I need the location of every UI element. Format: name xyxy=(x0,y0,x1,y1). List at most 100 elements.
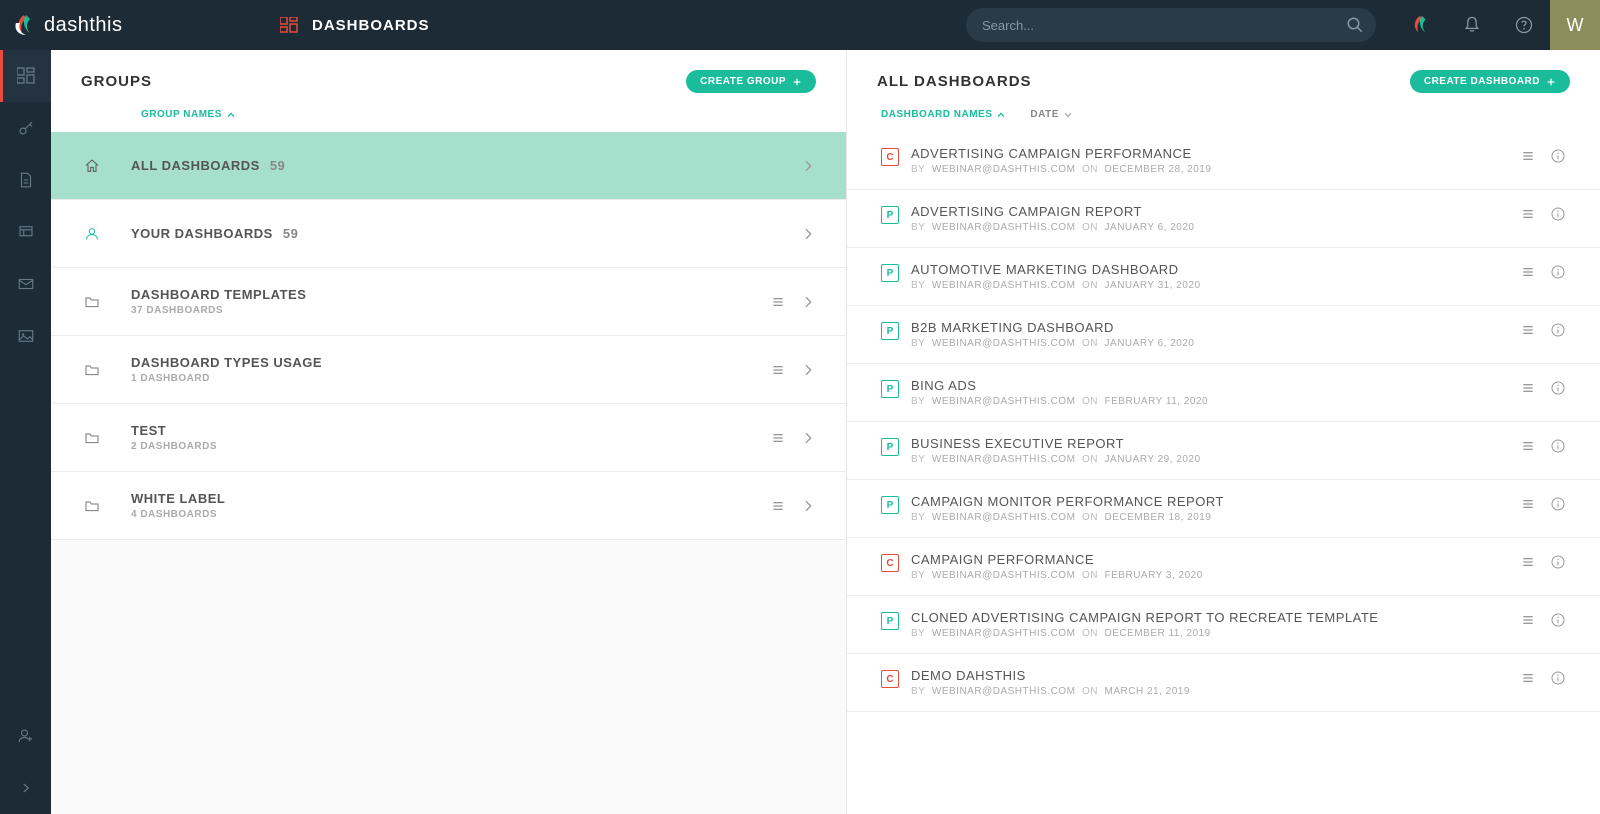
group-count: 59 xyxy=(270,158,285,173)
info-icon[interactable] xyxy=(1550,438,1566,454)
dashboard-actions xyxy=(1520,206,1566,222)
dashboard-row[interactable]: PB2B MARKETING DASHBOARDBY WEBINAR@DASHT… xyxy=(847,306,1600,364)
brand-button[interactable]: dashthis xyxy=(1394,0,1446,50)
info-icon[interactable] xyxy=(1550,206,1566,222)
dashboard-icon xyxy=(280,17,298,33)
sidebar-expand[interactable] xyxy=(0,762,51,814)
dashboard-body: CAMPAIGN PERFORMANCE BY WEBINAR@DASHTHIS.… xyxy=(911,552,1520,581)
info-icon[interactable] xyxy=(1550,264,1566,280)
dashboard-title: AUTOMOTIVE MARKETING DASHBOARD xyxy=(911,262,1520,277)
sidebar-integrations[interactable] xyxy=(0,102,51,154)
layers-icon xyxy=(17,223,35,241)
sidebar-templates[interactable] xyxy=(0,206,51,258)
menu-icon[interactable] xyxy=(1520,438,1536,454)
sidebar-reports[interactable] xyxy=(0,154,51,206)
logo[interactable]: dashthis xyxy=(0,13,260,37)
dashboard-date: JANUARY 6, 2020 xyxy=(1105,222,1195,233)
menu-icon[interactable] xyxy=(1520,264,1536,280)
dashboard-body: BING ADSBY WEBINAR@DASHTHIS.COM ON FEBRU… xyxy=(911,378,1520,407)
dashboard-date: DECEMBER 18, 2019 xyxy=(1105,512,1212,523)
dashboard-author: WEBINAR@DASHTHIS.COM xyxy=(932,686,1076,697)
menu-icon[interactable] xyxy=(770,362,786,378)
dashboard-row[interactable]: PAUTOMOTIVE MARKETING DASHBOARDBY WEBINA… xyxy=(847,248,1600,306)
group-row[interactable]: DASHBOARD TYPES USAGE1 DASHBOARD xyxy=(51,336,846,404)
dashboard-date: DECEMBER 28, 2019 xyxy=(1105,164,1212,175)
chevron-right-icon[interactable] xyxy=(800,430,816,446)
menu-icon[interactable] xyxy=(1520,554,1536,570)
menu-icon[interactable] xyxy=(1520,148,1536,164)
create-dashboard-button[interactable]: CREATE DASHBOARD xyxy=(1410,70,1570,93)
dashboard-row[interactable]: PADVERTISING CAMPAIGN REPORTBY WEBINAR@D… xyxy=(847,190,1600,248)
chevron-right-icon[interactable] xyxy=(800,362,816,378)
notifications-button[interactable] xyxy=(1446,0,1498,50)
dashboard-author: WEBINAR@DASHTHIS.COM xyxy=(932,628,1076,639)
group-actions xyxy=(770,498,816,514)
sidebar-widgets[interactable] xyxy=(0,310,51,362)
chevron-right-icon[interactable] xyxy=(800,498,816,514)
menu-icon[interactable] xyxy=(1520,612,1536,628)
dashboard-row[interactable]: PCLONED ADVERTISING CAMPAIGN REPORT TO R… xyxy=(847,596,1600,654)
dashboard-title: CAMPAIGN PERFORMANCE xyxy=(911,552,1520,567)
create-group-button[interactable]: CREATE GROUP xyxy=(686,70,816,93)
chevron-right-icon[interactable] xyxy=(800,294,816,310)
info-icon[interactable] xyxy=(1550,670,1566,686)
dashboard-row[interactable]: PCAMPAIGN MONITOR PERFORMANCE REPORTBY W… xyxy=(847,480,1600,538)
dashboard-row[interactable]: PBING ADSBY WEBINAR@DASHTHIS.COM ON FEBR… xyxy=(847,364,1600,422)
group-actions xyxy=(800,158,816,174)
dashboard-row[interactable]: CCAMPAIGN PERFORMANCEBY WEBINAR@DASHTHIS… xyxy=(847,538,1600,596)
chevron-right-icon[interactable] xyxy=(800,158,816,174)
help-button[interactable] xyxy=(1498,0,1550,50)
info-icon[interactable] xyxy=(1550,148,1566,164)
avatar[interactable]: W xyxy=(1550,0,1600,50)
info-icon[interactable] xyxy=(1550,496,1566,512)
group-subtitle: 2 DASHBOARDS xyxy=(131,441,770,452)
chevron-up-icon xyxy=(226,110,236,120)
dashboard-row[interactable]: PBUSINESS EXECUTIVE REPORTBY WEBINAR@DAS… xyxy=(847,422,1600,480)
topbar: dashthis DASHBOARDS da xyxy=(0,0,1600,50)
menu-icon[interactable] xyxy=(1520,496,1536,512)
group-title: ALL DASHBOARDS xyxy=(131,158,260,173)
dashboard-actions xyxy=(1520,670,1566,686)
dashboard-body: CAMPAIGN MONITOR PERFORMANCE REPORTBY WE… xyxy=(911,494,1520,523)
group-row[interactable]: TEST 2 DASHBOARDS xyxy=(51,404,846,472)
menu-icon[interactable] xyxy=(1520,206,1536,222)
dashboard-row[interactable]: CDEMO DAHSTHISBY WEBINAR@DASHTHIS.COM ON… xyxy=(847,654,1600,712)
group-actions xyxy=(800,226,816,242)
group-title: TEST xyxy=(131,423,166,438)
group-row[interactable]: WHITE LABEL4 DASHBOARDS xyxy=(51,472,846,540)
dashboard-title: CAMPAIGN MONITOR PERFORMANCE REPORT xyxy=(911,494,1520,509)
menu-icon[interactable] xyxy=(770,430,786,446)
sort-dashboard-names[interactable]: DASHBOARD NAMES xyxy=(881,109,1006,120)
group-subtitle: 1 DASHBOARD xyxy=(131,373,770,384)
mail-icon xyxy=(17,275,35,293)
dashboard-title: B2B MARKETING DASHBOARD xyxy=(911,320,1520,335)
sort-group-names-label: GROUP NAMES xyxy=(141,109,222,120)
info-icon[interactable] xyxy=(1550,554,1566,570)
sidebar-dashboards[interactable] xyxy=(0,50,51,102)
search-icon[interactable] xyxy=(1346,16,1364,34)
menu-icon[interactable] xyxy=(1520,380,1536,396)
sidebar-add-user[interactable] xyxy=(0,710,51,762)
group-row[interactable]: YOUR DASHBOARDS59 xyxy=(51,200,846,268)
dashboard-meta: BY WEBINAR@DASHTHIS.COM ON FEBRUARY 3, 2… xyxy=(911,570,1520,581)
folder-icon xyxy=(81,362,103,378)
dashboard-row[interactable]: CADVERTISING CAMPAIGN PERFORMANCEBY WEBI… xyxy=(847,132,1600,190)
menu-icon[interactable] xyxy=(1520,322,1536,338)
menu-icon[interactable] xyxy=(770,294,786,310)
info-icon[interactable] xyxy=(1550,380,1566,396)
menu-icon[interactable] xyxy=(1520,670,1536,686)
sort-dashboard-names-label: DASHBOARD NAMES xyxy=(881,109,992,120)
info-icon[interactable] xyxy=(1550,612,1566,628)
chevron-right-icon xyxy=(19,781,33,795)
menu-icon[interactable] xyxy=(770,498,786,514)
sort-date[interactable]: DATE xyxy=(1030,109,1072,120)
sidebar-mail[interactable] xyxy=(0,258,51,310)
group-row[interactable]: DASHBOARD TEMPLATES37 DASHBOARDS xyxy=(51,268,846,336)
info-icon[interactable] xyxy=(1550,322,1566,338)
search-box xyxy=(966,8,1376,42)
search-input[interactable] xyxy=(966,8,1376,42)
sort-group-names[interactable]: GROUP NAMES xyxy=(141,109,236,120)
group-row[interactable]: ALL DASHBOARDS 59 xyxy=(51,132,846,200)
chevron-right-icon[interactable] xyxy=(800,226,816,242)
dashboard-body: BUSINESS EXECUTIVE REPORTBY WEBINAR@DASH… xyxy=(911,436,1520,465)
